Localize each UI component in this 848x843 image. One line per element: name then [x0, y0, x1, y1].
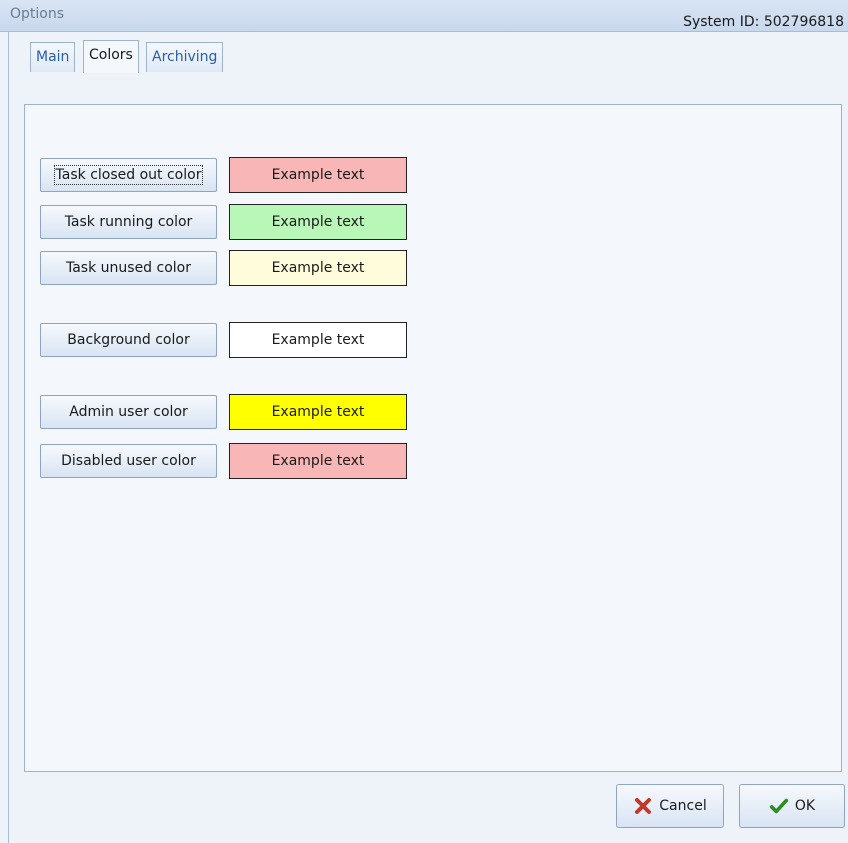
- background-color-swatch: Example text: [229, 322, 407, 358]
- disabled-user-color-swatch: Example text: [229, 443, 407, 479]
- task-running-color-swatch: Example text: [229, 204, 407, 240]
- task-unused-color-button[interactable]: Task unused color: [40, 251, 217, 285]
- task-closed-out-color-button[interactable]: Task closed out color: [40, 158, 217, 192]
- button-label: Task running color: [64, 214, 193, 230]
- window-title: Options: [10, 6, 65, 22]
- cancel-button[interactable]: Cancel: [616, 784, 724, 828]
- task-closed-out-color-swatch: Example text: [229, 157, 407, 193]
- button-label: Admin user color: [69, 404, 188, 420]
- background-color-button[interactable]: Background color: [40, 323, 217, 357]
- button-label: Task closed out color: [53, 165, 204, 185]
- tab-archiving[interactable]: Archiving: [146, 42, 224, 72]
- button-label: Disabled user color: [61, 453, 196, 469]
- tab-colors[interactable]: Colors: [83, 40, 139, 73]
- admin-user-color-button[interactable]: Admin user color: [40, 395, 217, 429]
- x-icon: [633, 796, 653, 816]
- tab-main[interactable]: Main: [30, 42, 76, 72]
- button-label: Task unused color: [65, 260, 191, 276]
- button-label: Background color: [67, 332, 190, 348]
- disabled-user-color-button[interactable]: Disabled user color: [40, 444, 217, 478]
- ok-label: OK: [794, 798, 816, 814]
- task-unused-color-swatch: Example text: [229, 250, 407, 286]
- ok-button[interactable]: OK: [739, 784, 845, 828]
- admin-user-color-swatch: Example text: [229, 394, 407, 430]
- cancel-label: Cancel: [659, 798, 707, 814]
- check-icon: [769, 796, 789, 816]
- task-running-color-button[interactable]: Task running color: [40, 205, 217, 239]
- system-id-label: System ID: 502796818: [683, 14, 844, 30]
